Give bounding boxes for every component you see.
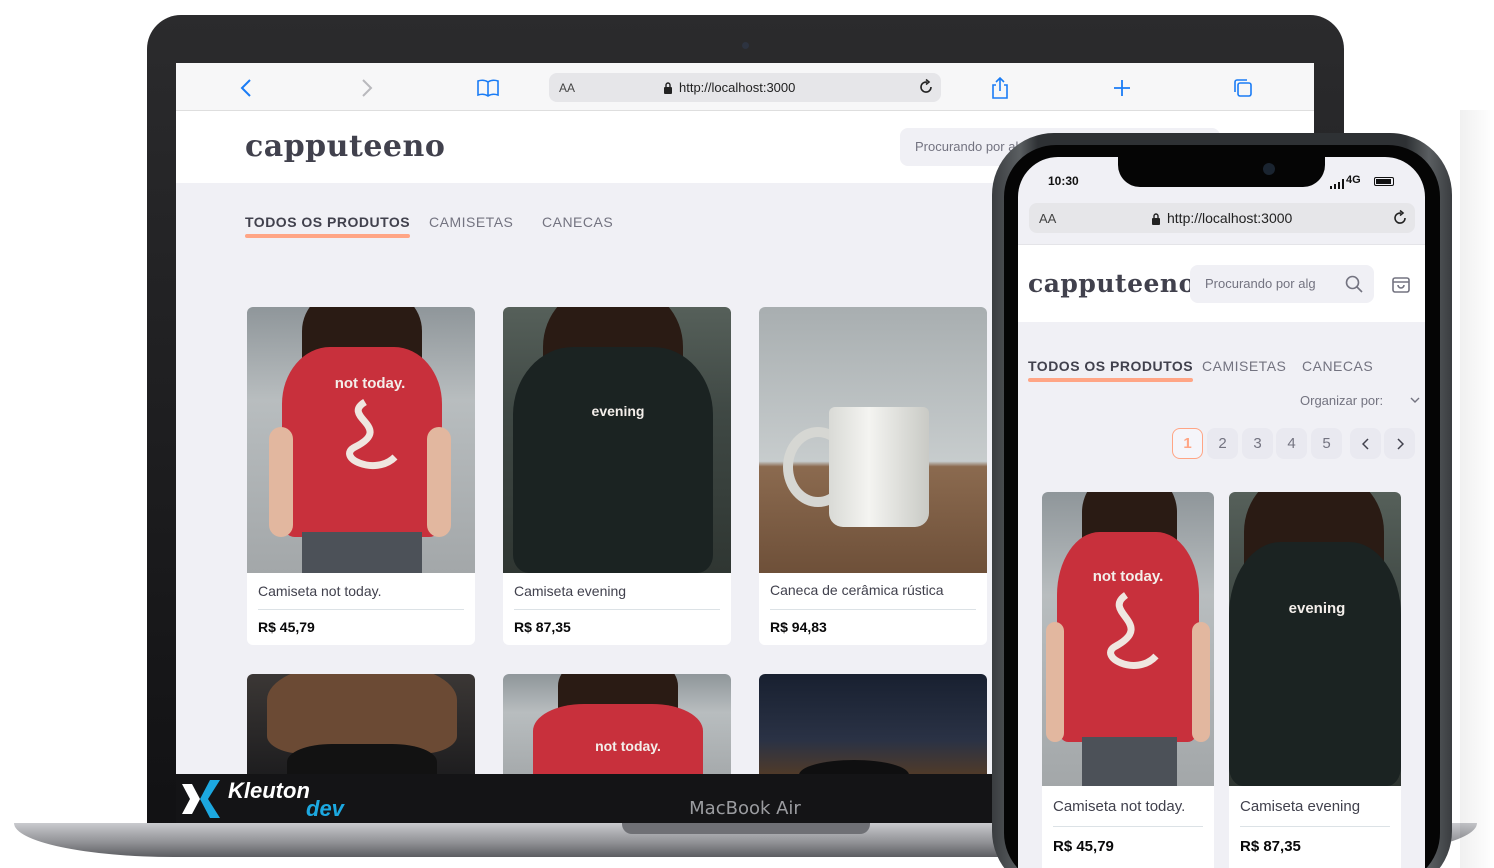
page-button-3[interactable]: 3	[1242, 428, 1273, 459]
cart-icon[interactable]	[1391, 274, 1411, 299]
chevron-left-icon	[1361, 437, 1369, 450]
sort-dropdown[interactable]: Organizar por:	[1300, 393, 1420, 408]
shirt-print: evening	[1288, 600, 1346, 617]
product-image[interactable]: evening	[503, 307, 731, 573]
divider	[514, 609, 720, 610]
shirt-print: not today.	[334, 375, 406, 392]
product-card[interactable]: not today. Camiseta not today. R$ 45,79	[247, 307, 475, 645]
product-image[interactable]	[247, 674, 475, 774]
chevron-right-icon	[1396, 437, 1404, 450]
browser-toolbar: AA http://localhost:3000	[176, 63, 1314, 111]
product-name: Camiseta evening	[514, 583, 627, 599]
address-bar[interactable]: AA http://localhost:3000	[1029, 203, 1415, 233]
product-card[interactable]	[247, 674, 475, 774]
product-name: Camiseta evening	[1240, 798, 1361, 815]
tab-tshirts[interactable]: CAMISETAS	[1202, 358, 1286, 374]
tab-all-products[interactable]: TODOS OS PRODUTOS	[1028, 358, 1194, 382]
product-card[interactable]: not today. Camiseta not today. R$ 45,79	[1042, 492, 1214, 868]
phone-screen: 10:30 4G AA http://localhost:3000 capput…	[1018, 157, 1425, 868]
product-card[interactable]: evening Camiseta evening R$ 87,35	[1229, 492, 1401, 868]
divider	[258, 609, 464, 610]
chevron-down-icon	[1410, 393, 1420, 410]
product-name: Camiseta not today.	[258, 583, 382, 599]
lock-icon	[663, 81, 673, 99]
site-logo[interactable]: capputeeno	[245, 129, 445, 164]
product-image[interactable]	[759, 307, 987, 573]
site-header: capputeeno Procurando por alg	[1018, 244, 1425, 322]
divider	[770, 609, 976, 610]
sort-label: Organizar por:	[1300, 393, 1384, 408]
tab-tshirts[interactable]: CAMISETAS	[429, 214, 513, 230]
battery-icon	[1374, 177, 1394, 186]
product-card[interactable]: evening Camiseta evening R$ 87,35	[503, 307, 731, 645]
url-text: http://localhost:3000	[1167, 210, 1293, 226]
product-card[interactable]	[759, 674, 987, 774]
share-icon[interactable]	[989, 77, 1011, 99]
reader-aa-button[interactable]: AA	[1039, 211, 1056, 226]
product-price: R$ 87,35	[514, 619, 571, 635]
page-button-2[interactable]: 2	[1207, 428, 1238, 459]
device-label: MacBook Air	[689, 798, 801, 819]
status-time: 10:30	[1048, 174, 1079, 188]
tab-mugs[interactable]: CANECAS	[542, 214, 613, 230]
prev-page-button[interactable]	[1350, 428, 1381, 459]
kleuton-logo-icon	[182, 780, 220, 818]
kleuton-dev-logo: Kleuton dev	[176, 774, 476, 823]
product-price: R$ 45,79	[1053, 838, 1114, 855]
product-image[interactable]	[759, 674, 987, 774]
page-button-4[interactable]: 4	[1276, 428, 1307, 459]
reload-icon[interactable]	[1391, 209, 1409, 232]
shirt-graphic	[346, 399, 398, 470]
shirt-print: evening	[591, 403, 645, 419]
address-bar[interactable]: AA http://localhost:3000	[549, 73, 941, 102]
kleuton-name: Kleuton	[228, 778, 310, 803]
shirt-print: not today.	[595, 738, 661, 754]
search-input[interactable]: Procurando por alg	[1190, 265, 1374, 303]
divider	[1240, 826, 1390, 827]
status-network: 4G	[1346, 174, 1361, 186]
page-button-5[interactable]: 5	[1311, 428, 1342, 459]
lock-icon	[1151, 212, 1161, 230]
tab-mugs[interactable]: CANECAS	[1302, 358, 1373, 374]
divider	[1053, 826, 1203, 827]
product-price: R$ 45,79	[258, 619, 315, 635]
new-tab-icon[interactable]	[1111, 77, 1133, 99]
phone-camera	[1263, 163, 1275, 175]
search-placeholder: Procurando por alg	[1205, 276, 1316, 291]
forward-icon[interactable]	[356, 77, 378, 99]
product-image[interactable]: evening	[1229, 492, 1401, 786]
tab-all-products[interactable]: TODOS OS PRODUTOS	[245, 214, 411, 238]
shirt-graphic	[1107, 592, 1159, 669]
phone-notch	[1118, 157, 1325, 187]
page-button-1[interactable]: 1	[1172, 428, 1203, 459]
back-icon[interactable]	[235, 77, 257, 99]
product-card[interactable]: not today.	[503, 674, 731, 774]
signal-icon	[1330, 176, 1344, 194]
product-price: R$ 94,83	[770, 619, 827, 635]
phone-shadow	[1460, 110, 1494, 868]
laptop-notch	[622, 823, 870, 834]
url-text: http://localhost:3000	[679, 80, 796, 95]
bookmarks-icon[interactable]	[477, 77, 499, 99]
kleuton-sub: dev	[306, 796, 344, 821]
search-icon[interactable]	[1345, 275, 1363, 296]
reload-icon[interactable]	[917, 78, 935, 101]
tabs-overview-icon[interactable]	[1232, 77, 1254, 99]
product-image[interactable]: not today.	[503, 674, 731, 774]
product-name: Caneca de cerâmica rústica	[770, 582, 944, 598]
next-page-button[interactable]	[1384, 428, 1415, 459]
product-card[interactable]: Caneca de cerâmica rústica R$ 94,83	[759, 307, 987, 645]
product-image[interactable]: not today.	[1042, 492, 1214, 786]
product-price: R$ 87,35	[1240, 838, 1301, 855]
shirt-print: not today.	[1092, 568, 1164, 585]
reader-aa-button[interactable]: AA	[559, 81, 575, 95]
site-logo[interactable]: capputeeno	[1028, 269, 1196, 298]
product-name: Camiseta not today.	[1053, 798, 1186, 815]
product-image[interactable]: not today.	[247, 307, 475, 573]
laptop-camera	[742, 42, 749, 49]
